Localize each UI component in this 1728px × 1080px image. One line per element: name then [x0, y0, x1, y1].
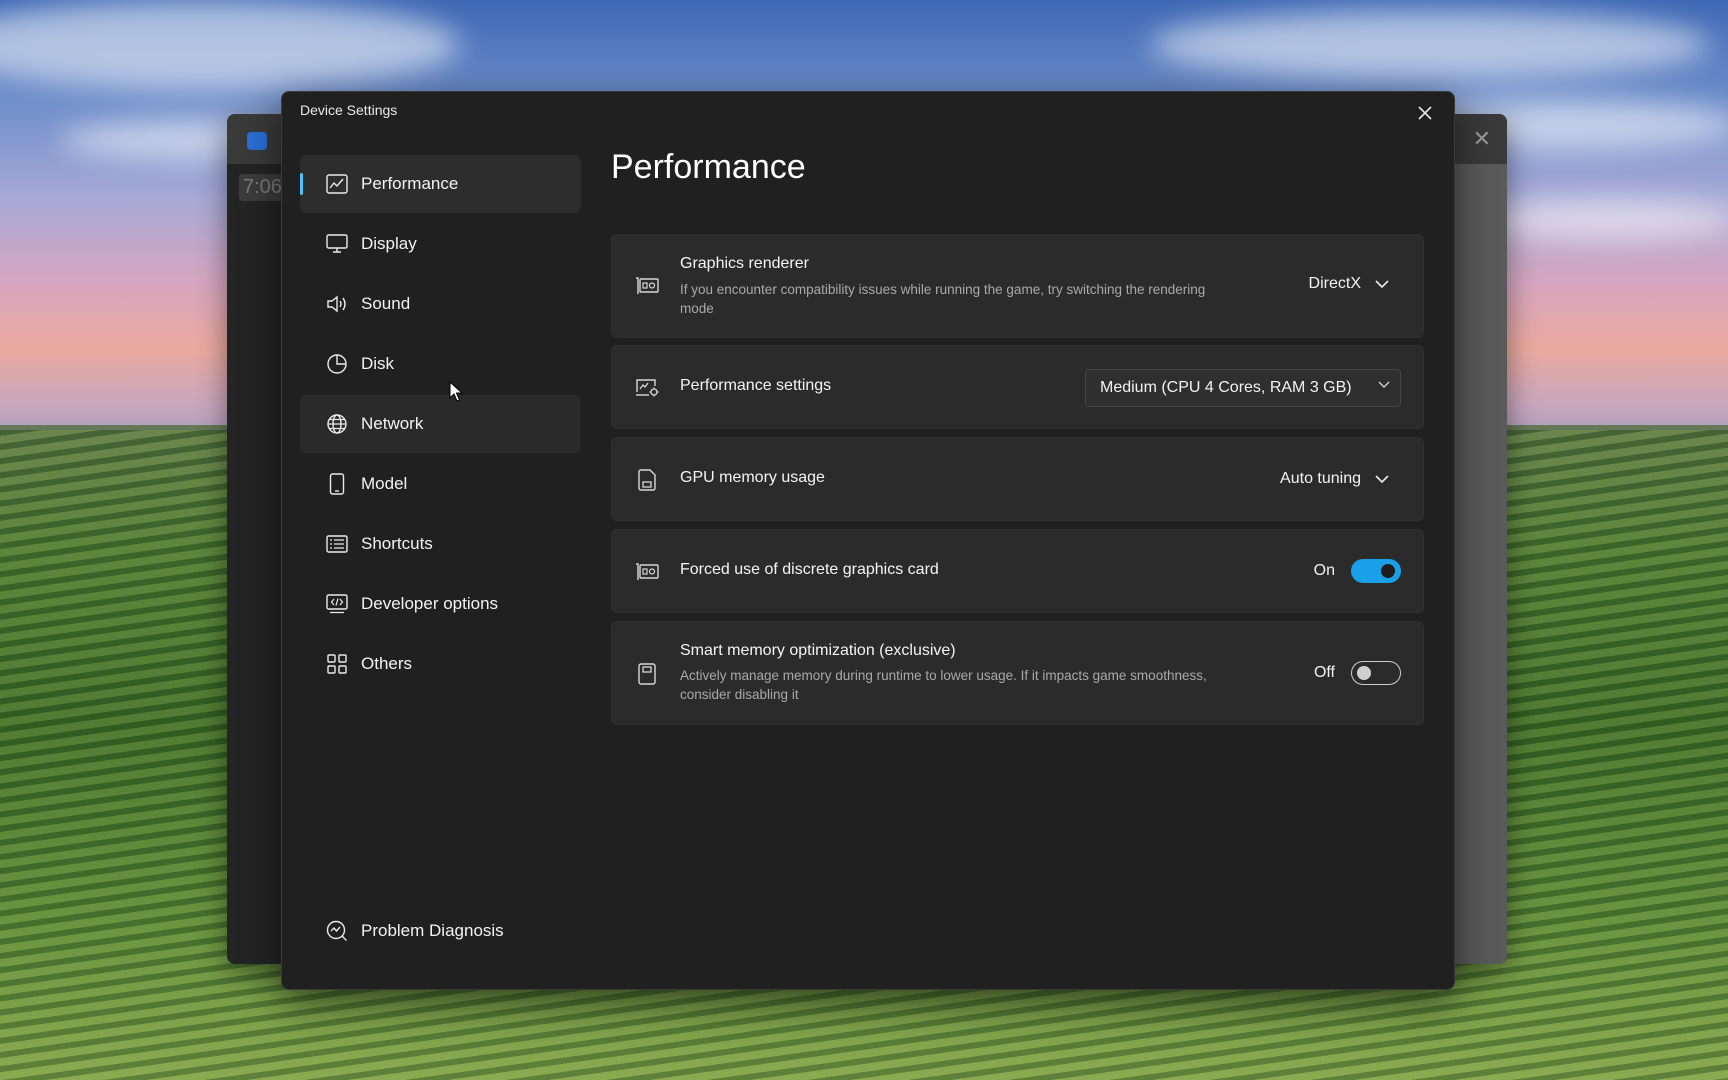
- background-close-icon: ✕: [1472, 126, 1491, 151]
- close-icon: [1418, 106, 1432, 120]
- code-window-icon: [325, 592, 349, 616]
- setting-title: Graphics renderer: [680, 255, 809, 272]
- toggle-knob: [1381, 564, 1395, 578]
- cloud: [1480, 200, 1728, 240]
- smart-memory-toggle-group: Off: [1314, 661, 1401, 685]
- monitor-icon: [325, 232, 349, 256]
- background-time-text: 7:06: [239, 174, 286, 201]
- keyboard-icon: [325, 532, 349, 556]
- graphics-card-icon: [634, 273, 660, 299]
- performance-settings-card: Performance settings Medium (CPU 4 Cores…: [611, 345, 1424, 429]
- app-logo-icon: [247, 132, 267, 150]
- dialog-title: Device Settings: [300, 102, 398, 118]
- setting-title: Forced use of discrete graphics card: [680, 561, 939, 578]
- nav-item-performance[interactable]: Performance: [300, 155, 581, 213]
- chevron-down-icon: [1375, 279, 1389, 288]
- setting-title: Smart memory optimization (exclusive): [680, 642, 956, 659]
- save-memory-icon: [634, 661, 660, 687]
- chevron-down-icon: [1375, 474, 1389, 483]
- nav-item-others[interactable]: Others: [300, 635, 581, 693]
- grid-icon: [325, 652, 349, 676]
- phone-icon: [325, 472, 349, 496]
- close-button[interactable]: [1410, 98, 1440, 128]
- gpu-memory-dropdown[interactable]: Auto tuning: [1280, 470, 1389, 488]
- nav-item-model[interactable]: Model: [300, 455, 581, 513]
- discrete-gpu-toggle-group: On: [1314, 559, 1401, 583]
- nav-label: Display: [361, 234, 417, 253]
- dropdown-value: Medium (CPU 4 Cores, RAM 3 GB): [1100, 379, 1352, 396]
- nav-label: Sound: [361, 294, 411, 313]
- setting-description: Actively manage memory during runtime to…: [680, 668, 1207, 702]
- graphics-renderer-dropdown[interactable]: DirectX: [1309, 275, 1389, 293]
- nav-label: Shortcuts: [361, 534, 433, 553]
- chevron-down-icon: [1378, 381, 1390, 388]
- memory-icon: [634, 467, 660, 493]
- settings-nav: Performance Display Sound Disk Network M…: [300, 155, 581, 695]
- nav-bottom: Problem Diagnosis: [300, 902, 581, 962]
- nav-item-developer-options[interactable]: Developer options: [300, 575, 581, 633]
- discrete-gpu-toggle[interactable]: [1351, 559, 1401, 583]
- globe-icon: [325, 412, 349, 436]
- toggle-state-label: Off: [1313, 664, 1335, 681]
- gpu-icon: [634, 559, 660, 585]
- device-settings-dialog: Device Settings Performance Display Soun…: [281, 91, 1455, 990]
- diagnosis-icon: [325, 919, 349, 943]
- nav-label: Network: [361, 414, 424, 433]
- pie-chart-icon: [325, 352, 349, 376]
- performance-settings-dropdown[interactable]: Medium (CPU 4 Cores, RAM 3 GB): [1085, 369, 1401, 407]
- cloud: [1150, 10, 1710, 80]
- nav-item-shortcuts[interactable]: Shortcuts: [300, 515, 581, 573]
- nav-label: Others: [361, 654, 413, 673]
- nav-item-sound[interactable]: Sound: [300, 275, 581, 333]
- background-left-panel: [227, 164, 282, 964]
- nav-label: Problem Diagnosis: [361, 921, 504, 940]
- dropdown-value: DirectX: [1308, 275, 1361, 292]
- setting-description: If you encounter compatibility issues wh…: [680, 282, 1206, 316]
- nav-item-disk[interactable]: Disk: [300, 335, 581, 393]
- mouse-pointer-icon: [449, 381, 463, 402]
- nav-label: Model: [361, 474, 408, 493]
- smart-memory-card: Smart memory optimization (exclusive) Ac…: [611, 621, 1424, 725]
- nav-item-display[interactable]: Display: [300, 215, 581, 273]
- speaker-icon: [325, 292, 349, 316]
- nav-label: Disk: [361, 354, 395, 373]
- background-right-panel: [1452, 164, 1507, 964]
- setting-title: Performance settings: [680, 377, 832, 394]
- graphics-renderer-card: Graphics renderer If you encounter compa…: [611, 234, 1424, 338]
- nav-label: Developer options: [361, 594, 499, 613]
- problem-diagnosis-button[interactable]: Problem Diagnosis: [300, 902, 581, 960]
- smart-memory-toggle[interactable]: [1351, 661, 1401, 685]
- performance-gear-icon: [634, 375, 660, 401]
- nav-label: Performance: [361, 174, 459, 193]
- setting-title: GPU memory usage: [680, 469, 825, 486]
- toggle-knob: [1357, 665, 1371, 680]
- page-title: Performance: [611, 148, 806, 186]
- discrete-gpu-card: Forced use of discrete graphics card On: [611, 529, 1424, 613]
- dropdown-value: Auto tuning: [1280, 470, 1361, 487]
- toggle-state-label: On: [1313, 562, 1335, 579]
- chart-icon: [325, 172, 349, 196]
- nav-item-network[interactable]: Network: [300, 395, 581, 453]
- gpu-memory-card: GPU memory usage Auto tuning: [611, 437, 1424, 521]
- active-indicator: [300, 173, 303, 195]
